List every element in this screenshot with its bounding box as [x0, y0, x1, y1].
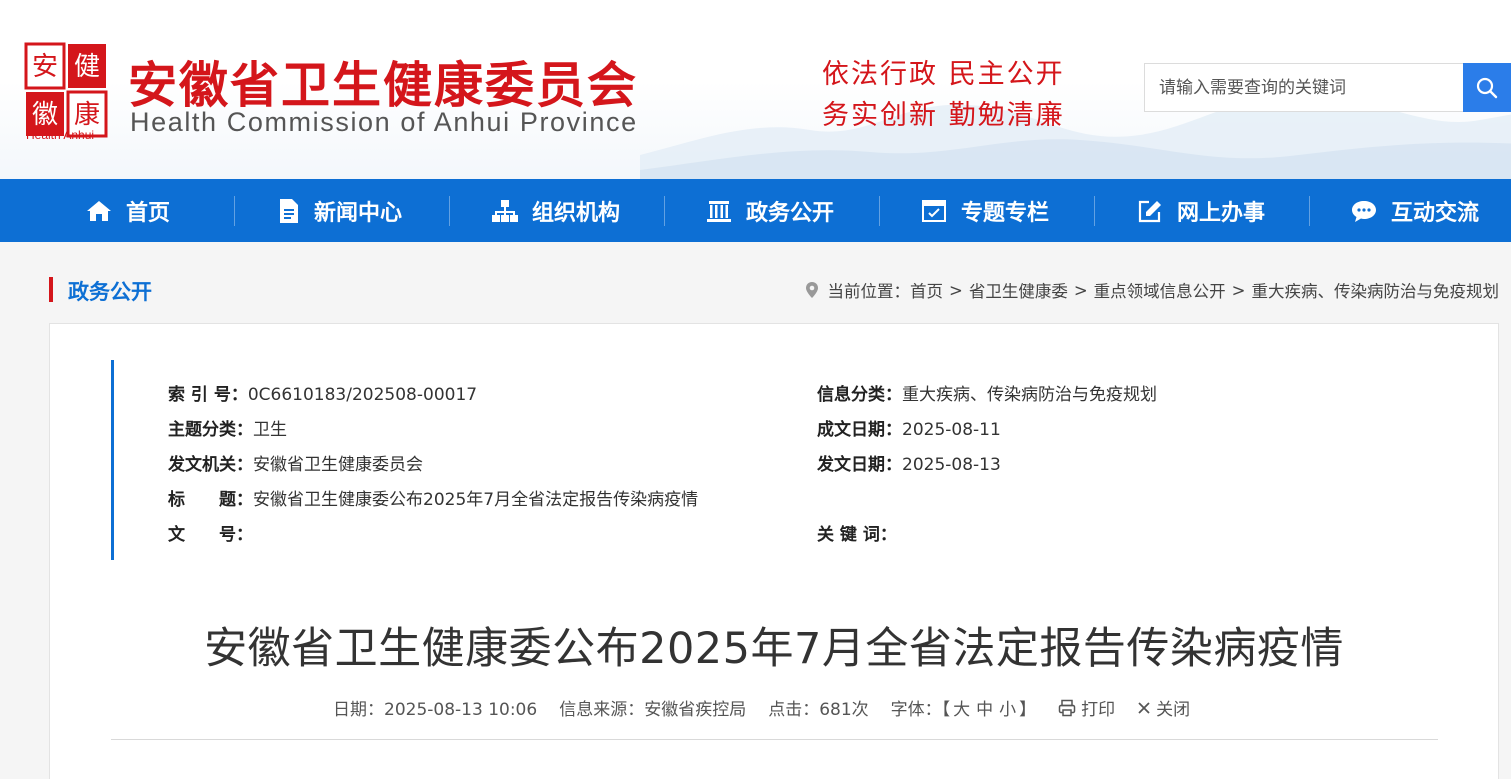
slogan-line-1: 依法行政 民主公开 [822, 59, 1065, 90]
meta-key: 文 号： [168, 525, 253, 545]
meta-issued-date: 发文日期：2025-08-13 [817, 450, 1001, 475]
article-date: 日期：2025-08-13 10:06 [333, 700, 538, 720]
print-label: 打印 [1081, 700, 1116, 720]
breadcrumb-separator: > [949, 280, 963, 300]
section-title: 政务公开 [68, 280, 152, 304]
section-title-marker [49, 277, 53, 302]
nav-item-topics[interactable]: 专题专栏 [921, 179, 1049, 242]
nav-item-organization[interactable]: 组织机构 [492, 179, 620, 242]
org-chart-icon [492, 199, 518, 222]
meta-issuing-agency: 发文机关：安徽省卫生健康委员会 [168, 450, 423, 475]
meta-value: 卫生 [253, 420, 287, 440]
government-building-icon [707, 200, 731, 222]
close-label: 关闭 [1156, 700, 1191, 720]
breadcrumb-separator: > [1073, 280, 1088, 300]
nav-separator [664, 196, 665, 226]
edit-icon [1138, 200, 1161, 222]
article-divider [111, 739, 1438, 740]
meta-key: 成文日期： [817, 420, 902, 440]
breadcrumb-key-areas[interactable]: 重点领域信息公开 [1094, 278, 1226, 302]
meta-value: 0C6610183/202508-00017 [247, 385, 478, 405]
meta-key: 索 引 号： [168, 385, 248, 405]
site-logo[interactable]: 安 健 徽 康 [24, 42, 110, 142]
meta-key: 主题分类： [168, 420, 253, 440]
meta-value: 安徽省卫生健康委员会 [253, 455, 423, 475]
logo-char-2: 健 [74, 52, 100, 82]
topic-box-icon [922, 199, 946, 222]
meta-value: 安徽省卫生健康委公布2025年7月全省法定报告传染病疫情 [253, 490, 699, 510]
nav-separator [1309, 196, 1310, 226]
search-icon [1476, 77, 1498, 98]
meta-key: 关 键 词： [817, 525, 897, 545]
nav-label-home: 首页 [126, 200, 171, 226]
meta-key: 发文机关： [168, 455, 253, 475]
nav-separator [879, 196, 880, 226]
slogan-line-2: 务实创新 勤勉清廉 [822, 100, 1065, 131]
meta-key: 发文日期： [817, 455, 902, 475]
nav-label-organization: 组织机构 [532, 200, 621, 226]
breadcrumb-health-commission[interactable]: 省卫生健康委 [969, 278, 1068, 302]
meta-key: 信息分类： [817, 385, 902, 405]
print-button[interactable]: 打印 [1058, 695, 1115, 720]
main-nav: 首页 新闻中心 组织机构 政务公开 专题专栏 网上办事 互动交流 [0, 179, 1511, 242]
breadcrumb: 当前位置： 首页 > 省卫生健康委 > 重点领域信息公开 > 重大疾病、传染病防… [805, 278, 1499, 302]
chat-bubble-icon [1352, 200, 1376, 222]
nav-separator [1094, 196, 1095, 226]
nav-separator [449, 196, 450, 226]
font-size-small-link[interactable]: 小 [999, 700, 1016, 720]
article-clicks: 点击：681次 [768, 700, 869, 720]
nav-item-online-services[interactable]: 网上办事 [1137, 179, 1265, 242]
breadcrumb-separator: > [1231, 280, 1246, 300]
search-input[interactable] [1144, 63, 1464, 112]
document-icon [280, 198, 298, 223]
close-button[interactable]: 关闭 [1137, 695, 1190, 720]
meta-value: 2025-08-11 [902, 420, 1001, 440]
article-source: 信息来源：安徽省疾控局 [559, 700, 747, 720]
meta-title: 标 题：安徽省卫生健康委公布2025年7月全省法定报告传染病疫情 [168, 485, 698, 510]
nav-label-news: 新闻中心 [314, 200, 403, 226]
article-title: 安徽省卫生健康委公布2025年7月全省法定报告传染病疫情 [204, 624, 1344, 674]
meta-value: 重大疾病、传染病防治与免疫规划 [902, 385, 1157, 405]
font-size-medium-link[interactable]: 中 [976, 700, 993, 720]
meta-created-date: 成文日期：2025-08-11 [817, 415, 1001, 440]
logo-english-text: Health Anhui [26, 128, 95, 142]
nav-separator [234, 196, 235, 226]
logo-char-1: 安 [32, 52, 58, 82]
printer-icon [1058, 699, 1076, 716]
site-title-en: Health Commission of Anhui Province [130, 107, 638, 137]
search-button[interactable] [1463, 63, 1511, 112]
nav-item-home[interactable]: 首页 [86, 179, 170, 242]
font-bracket-close: 】 [1019, 700, 1037, 720]
logo-char-4: 康 [74, 100, 100, 130]
nav-label-government-affairs: 政务公开 [746, 200, 835, 226]
breadcrumb-home[interactable]: 首页 [910, 278, 943, 302]
meta-key: 标 题： [168, 490, 253, 510]
location-pin-icon [805, 282, 818, 298]
close-icon [1138, 701, 1150, 714]
nav-label-online-services: 网上办事 [1177, 200, 1266, 226]
meta-info-category: 信息分类：重大疾病、传染病防治与免疫规划 [817, 380, 1157, 405]
meta-index-number: 索 引 号：0C6610183/202508-00017 [168, 380, 477, 405]
nav-label-interaction: 互动交流 [1391, 200, 1480, 226]
nav-item-government-affairs[interactable]: 政务公开 [706, 179, 834, 242]
nav-item-news[interactable]: 新闻中心 [278, 179, 402, 242]
meta-topic-category: 主题分类：卫生 [168, 415, 287, 440]
nav-item-interaction[interactable]: 互动交流 [1351, 179, 1479, 242]
meta-value: 2025-08-13 [902, 455, 1001, 475]
font-size-control: 字体：【大中小】 [891, 695, 1037, 720]
article-info-bar: 日期：2025-08-13 10:06 信息来源：安徽省疾控局 点击：681次 … [333, 695, 1212, 720]
site-header: 安 健 徽 康 Health Anhui 安徽省卫生健康委员会 Health C… [0, 0, 1511, 180]
breadcrumb-current[interactable]: 重大疾病、传染病防治与免疫规划 [1252, 278, 1500, 302]
home-icon [87, 200, 111, 221]
meta-keywords: 关 键 词： [817, 520, 897, 545]
meta-document-number: 文 号： [168, 520, 253, 545]
font-bracket-open: 【 [941, 700, 951, 720]
nav-label-topics: 专题专栏 [961, 200, 1050, 226]
logo-char-3: 徽 [32, 100, 58, 130]
font-size-label: 字体： [890, 700, 942, 720]
font-size-large-link[interactable]: 大 [953, 700, 970, 720]
breadcrumb-prefix: 当前位置： [827, 282, 911, 301]
